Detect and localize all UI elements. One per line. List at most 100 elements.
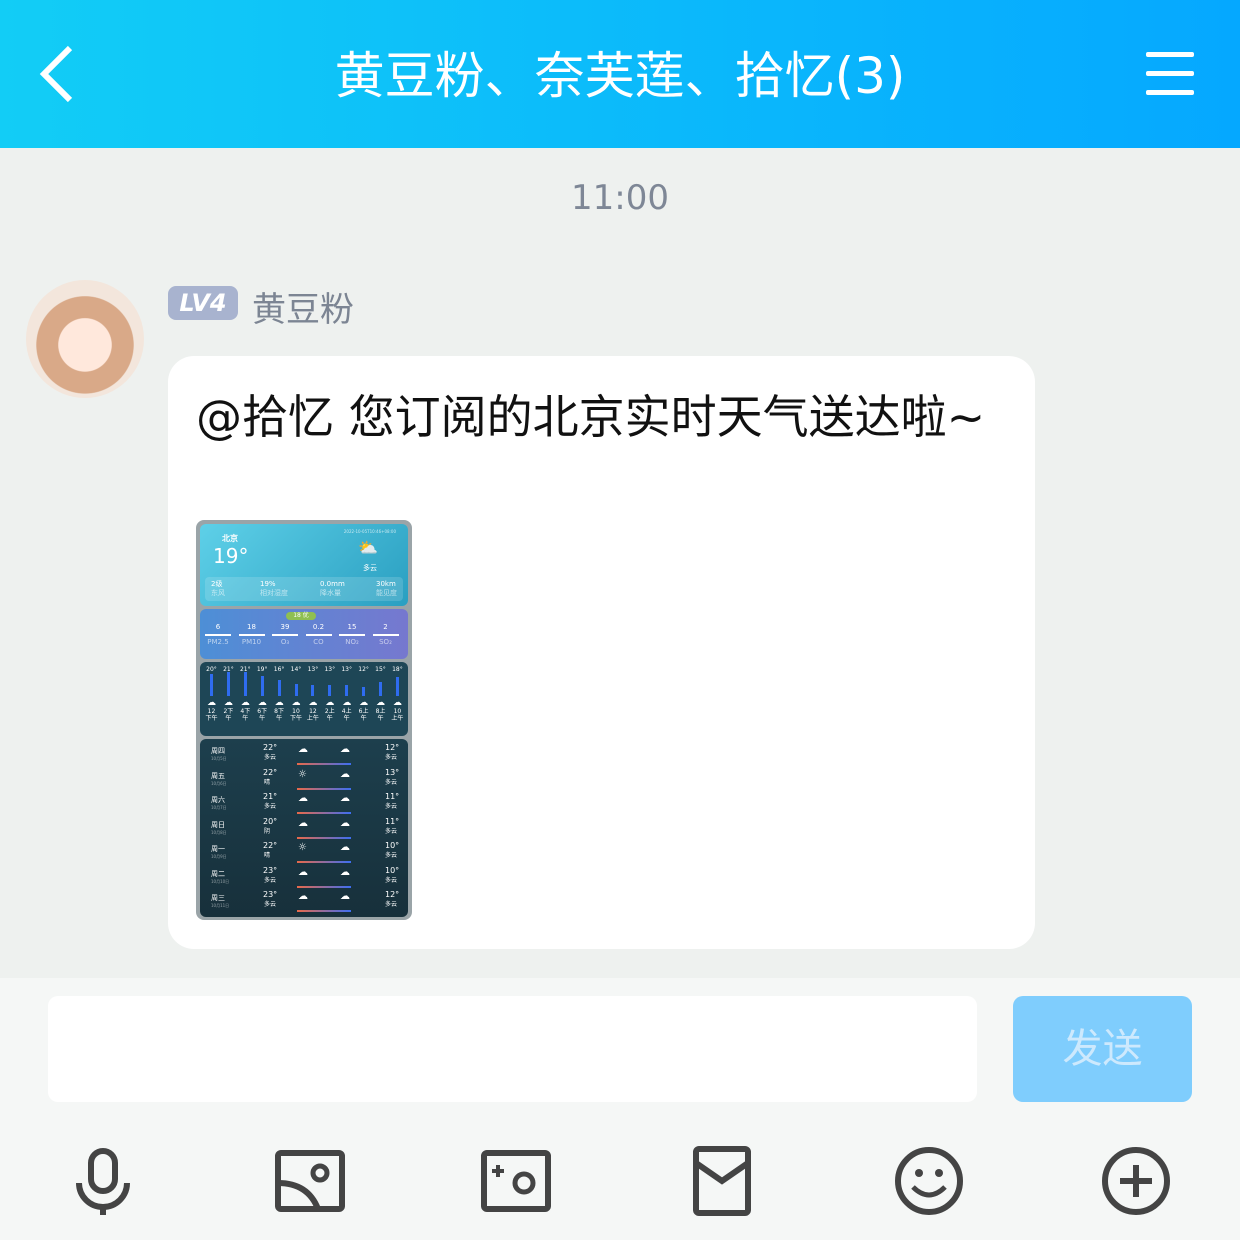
day-date: 10月9日 — [211, 854, 227, 859]
air-metric: 18 PM10 — [237, 623, 267, 646]
daily-row: 周二 10月10日 23° 多云 ☁ ☁ 10° 多云 — [200, 866, 408, 891]
weather-stat: 19% 相对湿度 — [260, 580, 288, 598]
low-cond: 多云 — [385, 901, 398, 908]
hour-time: 12 — [309, 707, 317, 715]
night-cloudy-icon: ☁ — [340, 866, 350, 878]
hour-item: 14° ☁ 10 下午 — [288, 666, 305, 722]
air-metric: 15 NO₂ — [337, 623, 367, 646]
temp-bar — [362, 686, 366, 696]
high-cond: 晴 — [264, 778, 271, 786]
temp-range-bar — [297, 885, 351, 888]
high-temp: 22° — [263, 767, 278, 777]
cloudy-icon: ☁ — [376, 698, 385, 708]
hour-item: 13° ☁ 2上午 — [321, 666, 338, 722]
cloudy-icon: ☁ — [298, 744, 308, 755]
microphone-icon[interactable] — [67, 1145, 139, 1217]
hour-item: 13° ☁ 4上午 — [338, 666, 355, 722]
hour-time: 2上 — [324, 707, 335, 715]
cloudy-icon: ☁ — [223, 698, 233, 708]
low-cond: 多云 — [385, 754, 398, 761]
hour-time: 10 — [292, 707, 300, 715]
send-button[interactable]: 发送 — [1013, 996, 1192, 1102]
stat-value: 19% — [260, 580, 276, 588]
hour-temp: 19° — [256, 666, 268, 673]
day-name: 周四 — [211, 747, 225, 755]
red-packet-icon[interactable] — [686, 1145, 758, 1217]
plus-icon[interactable] — [1100, 1145, 1172, 1217]
low-cond: 多云 — [385, 876, 398, 884]
air-value: 2 — [383, 623, 388, 631]
temp-bar — [243, 672, 247, 696]
high-cond: 多云 — [264, 876, 277, 884]
temperature: 19° — [213, 544, 249, 568]
hamburger-menu-icon[interactable] — [1146, 52, 1194, 96]
hour-time: 6下 — [257, 707, 268, 715]
cloudy-icon: ☁ — [342, 697, 352, 708]
low-cond: 多云 — [385, 852, 398, 859]
message-input[interactable] — [48, 996, 977, 1102]
night-cloudy-icon: ☁ — [340, 817, 350, 829]
air-bar — [205, 634, 231, 636]
day-name: 周六 — [211, 796, 225, 804]
avatar[interactable] — [26, 280, 144, 398]
air-quality-panel: 18 优 6 PM2.5 18 PM10 39 O₃ 0.2 CO 15 NO₂ 2 SO₂ — [200, 609, 408, 659]
condition: 多云 — [363, 564, 377, 572]
temp-bar — [379, 682, 382, 696]
low-temp: 12° — [385, 890, 400, 899]
low-temp: 11° — [385, 816, 400, 826]
temp-range-bar — [297, 787, 351, 790]
daily-row: 周四 10月5日 22° 多云 ☁ ☁ 12° 多云 — [200, 744, 408, 768]
daily-row: 周六 10月7日 21° 多云 ☁ ☁ 11° 多云 — [200, 793, 408, 817]
current-weather-panel: 北京 2022-10-05T10:46+08:00 19° ⛅ 多云 2级 东风 1… — [200, 524, 408, 606]
hour-item: 13° ☁ 12 上午 — [304, 666, 321, 722]
hour-item: 19° ☁ 6下午 — [254, 666, 271, 722]
hour-temp: 15° — [375, 666, 386, 673]
night-cloudy-icon: ☁ — [340, 793, 350, 804]
hour-time: 4下 — [240, 708, 251, 715]
day-name: 周一 — [211, 845, 225, 853]
air-value: 6 — [215, 623, 221, 631]
night-cloudy-icon: ☁ — [340, 744, 350, 755]
low-temp: 12° — [385, 743, 400, 752]
hour-temp: 18° — [392, 666, 403, 673]
stat-label: 相对湿度 — [260, 589, 288, 597]
hour-temp: 13° — [307, 666, 319, 673]
high-temp: 20° — [263, 816, 278, 826]
hour-time: 2下 — [223, 708, 234, 715]
hour-time: 10 — [393, 707, 402, 715]
air-metric: 2 SO₂ — [371, 623, 401, 646]
day-date: 10月7日 — [211, 805, 227, 810]
temp-range-bar — [297, 812, 351, 814]
air-value: 39 — [280, 623, 290, 631]
air-bar — [272, 634, 298, 636]
camera-icon[interactable] — [480, 1145, 552, 1217]
daily-row: 周日 10月8日 20° 阴 ☁ ☁ 11° 多云 — [200, 816, 408, 842]
hour-item: 21° ☁ 2下午 — [220, 666, 237, 722]
cloudy-icon: ☁ — [298, 817, 308, 829]
air-label: CO — [313, 638, 324, 646]
image-icon[interactable] — [274, 1145, 346, 1217]
low-cond: 多云 — [385, 827, 398, 835]
stat-value: 0.0mm — [320, 580, 345, 588]
low-temp: 10° — [385, 841, 400, 850]
hour-temp: 13° — [341, 666, 352, 673]
air-bar — [372, 634, 399, 636]
high-temp: 23° — [263, 890, 278, 899]
hour-temp: 14° — [290, 666, 302, 673]
weather-card-image[interactable]: 北京 2022-10-05T10:46+08:00 19° ⛅ 多云 2级 东风 1… — [196, 520, 412, 920]
temp-bar — [210, 674, 213, 696]
high-temp: 21° — [263, 792, 278, 801]
city: 北京 — [222, 534, 238, 543]
low-temp: 13° — [385, 767, 400, 777]
hour-time: 4上 — [341, 707, 352, 715]
cloudy-icon: ☁ — [359, 697, 369, 708]
day-name: 周日 — [211, 820, 225, 829]
emoji-icon[interactable] — [893, 1145, 965, 1217]
sun-icon: ☼ — [298, 842, 307, 853]
hour-item: 18° ☁ 10 上午 — [389, 666, 406, 722]
hour-ampm: 午 — [276, 714, 283, 722]
weather-stat: 2级 东风 — [211, 580, 225, 598]
aqi-badge: 18 优 — [286, 612, 316, 620]
low-temp: 11° — [385, 792, 400, 801]
daily-row: 周一 10月9日 22° 晴 ☼ ☁ 10° 多云 — [200, 842, 408, 866]
